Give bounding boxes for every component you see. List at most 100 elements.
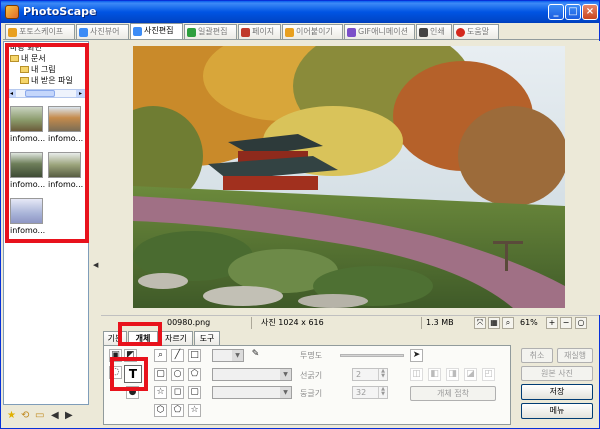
subtab-home[interactable]: 기본 [103,331,127,345]
rectangle-tool-icon[interactable]: □ [188,349,201,362]
zoom-fit-icon[interactable]: ⌕ [502,317,514,329]
speech-balloon-icon[interactable]: ◌ [109,366,122,379]
subtab-tools[interactable]: 도구 [194,331,220,345]
thumbnail-item[interactable]: infomo... [10,198,46,235]
photoscape-window: PhotoScape _ □ × 포토스케이프 사진뷰어 사진편집 일괄편집 페… [0,0,600,429]
zoom-reset-icon[interactable]: ○ [575,317,587,329]
thumbnail-item[interactable]: infomo... [48,106,84,143]
square-tool-icon[interactable]: ◻ [171,386,184,399]
rounded-rect-tool-icon[interactable]: ▢ [154,368,167,381]
chevron-down-icon: ▼ [232,350,243,361]
pentagon-tool-icon[interactable]: ⬠ [188,368,201,381]
original-photo-button[interactable]: 원본 사진 [521,366,593,381]
arrange-backward-icon[interactable]: ◨ [446,368,459,381]
scrollbar-thumb[interactable] [25,90,55,97]
status-photo-size: 사진 1024 x 616 [261,318,324,327]
thumbnail-item[interactable]: infomo... [10,106,46,143]
thumbnail-image [48,152,81,178]
combine-tab-icon [285,28,294,37]
page-tab-icon [241,28,250,37]
back-arrow-icon[interactable]: ◀ [51,410,59,422]
minimize-button[interactable]: _ [548,4,564,20]
image-vertical-scrollbar[interactable] [590,41,600,315]
circle-tool-icon[interactable]: ○ [171,368,184,381]
editor-tab-icon [133,27,142,36]
hexagon-tool-icon[interactable]: ⬡ [154,404,167,417]
folder-tree: 바탕 화면 내 문서 내 그림 내 받은 파일 [4,42,88,90]
line-style-dropdown[interactable]: ▼ [212,368,292,381]
figure-object-icon[interactable]: ● [126,386,139,399]
arrange-back-icon[interactable]: ◪ [464,368,477,381]
tab-gif-animation[interactable]: GIF애니메이션 [344,24,415,39]
select-pointer-icon[interactable]: ➤ [410,349,423,362]
attach-object-button[interactable]: 개체 접착 [410,386,496,401]
title-bar[interactable]: PhotoScape _ □ × [1,1,599,23]
tab-print[interactable]: 인쇄 [416,24,452,39]
image-canvas-area[interactable] [101,41,589,315]
fill-style-dropdown[interactable]: ▼ [212,386,292,399]
tree-item-my-pictures[interactable]: 내 그림 [20,64,56,75]
spinner-arrows-icon[interactable]: ▲ ▼ [378,369,387,380]
tab-photoscape[interactable]: 포토스케이프 [5,24,75,39]
line-width-spinner[interactable]: 2 ▲ ▼ [352,368,388,381]
zoom-level: 61% [520,318,538,327]
favorite-star-icon[interactable]: ★ [7,410,16,422]
opacity-slider[interactable] [340,354,404,357]
undo-button[interactable]: 취소 [521,348,553,363]
maximize-button[interactable]: □ [565,4,581,20]
photoscape-logo-icon [5,5,19,19]
forward-arrow-icon[interactable]: ▶ [65,410,73,422]
balloon-object-icon[interactable]: ◩ [124,349,137,362]
actual-size-icon[interactable]: ▦ [488,317,500,329]
tab-batch-editor[interactable]: 일괄편집 [184,24,237,39]
pentagon-outline-icon[interactable]: ⬠ [171,404,184,417]
subtab-crop[interactable]: 자르기 [159,331,193,345]
tree-horizontal-scrollbar[interactable]: ◂ ▸ [6,89,86,98]
zoom-out-icon[interactable]: − [560,317,572,329]
refresh-folder-icon[interactable]: ⟲ [21,410,29,422]
subtab-object[interactable]: 개체 [128,331,158,345]
tab-help[interactable]: 도움말 [453,24,499,39]
rounded-square-tool-icon[interactable]: ▢ [188,386,201,399]
chevron-down-icon: ▼ [280,369,291,380]
eyedropper-icon[interactable]: ✎ [249,349,262,362]
open-folder-icon[interactable]: ▭ [35,410,44,422]
tree-item-desktop[interactable]: 바탕 화면 [10,42,42,53]
thumbnail-item[interactable]: infomo... [48,152,84,189]
magnifier-tool-icon[interactable]: ⌕ [154,349,167,362]
star-outline-icon[interactable]: ☆ [188,404,201,417]
tab-editor[interactable]: 사진편집 [130,23,183,39]
fit-screen-icon[interactable]: ⤧ [474,317,486,329]
rounding-spinner[interactable]: 32 ▲ ▼ [352,386,388,399]
redo-button[interactable]: 재실행 [557,348,593,363]
thumbnail-image [10,198,43,224]
close-button[interactable]: × [582,4,598,20]
line-tool-icon[interactable]: ╱ [171,349,184,362]
tree-item-my-documents[interactable]: 내 문서 [10,53,46,64]
tab-page[interactable]: 페이지 [238,24,281,39]
panel-splitter[interactable]: ◀ [91,41,99,405]
spinner-arrows-icon[interactable]: ▲ ▼ [378,387,387,398]
collapse-arrow-icon[interactable]: ◀ [93,261,98,269]
tab-viewer[interactable]: 사진뷰어 [76,24,129,39]
arrange-delete-icon[interactable]: ◰ [482,368,495,381]
color-dropdown[interactable]: ▼ [212,349,244,362]
rounding-label: 둥글기 [300,389,323,398]
save-button[interactable]: 저장 [521,384,593,400]
photo-object-icon[interactable]: ▣ [109,349,122,362]
edited-photo[interactable] [133,46,565,308]
menu-button[interactable]: 메뉴 [521,403,593,419]
status-filename: 00980.png [167,318,211,327]
star-tool-icon[interactable]: ☆ [154,386,167,399]
tree-item-received-files[interactable]: 내 받은 파일 [20,75,73,86]
thumbnail-image [10,152,43,178]
arrange-front-icon[interactable]: ◫ [410,368,423,381]
scroll-left-icon[interactable]: ◂ [7,90,16,97]
tab-combine[interactable]: 이어붙이기 [282,24,343,39]
opacity-label: 투명도 [300,351,323,360]
zoom-in-icon[interactable]: + [546,317,558,329]
scroll-right-icon[interactable]: ▸ [76,90,85,97]
text-tool-icon[interactable]: T [124,365,142,383]
arrange-forward-icon[interactable]: ◧ [428,368,441,381]
thumbnail-item[interactable]: infomo... [10,152,46,189]
